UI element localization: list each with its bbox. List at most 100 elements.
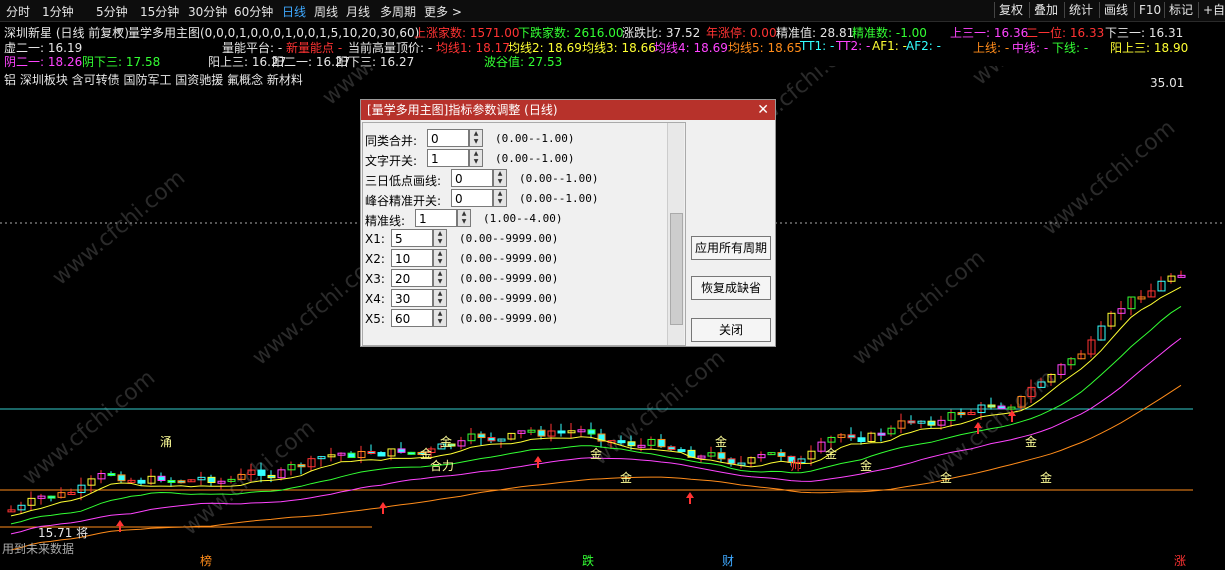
- spin-arrows-icon[interactable]: ▲ ▼: [433, 249, 447, 267]
- candle-body: [177, 480, 186, 484]
- ma5-value: 均线5: 18.65: [728, 41, 802, 55]
- param-input[interactable]: 1: [415, 209, 457, 227]
- up-arrow-icon: [379, 502, 387, 514]
- param-range: (0.00--9999.00): [459, 292, 559, 305]
- ma4-value: 均线4: 18.69: [654, 41, 728, 55]
- candle-body: [907, 420, 916, 424]
- param-label: X5:: [365, 312, 385, 326]
- candle-body: [927, 420, 936, 426]
- custom-button[interactable]: +自: [1198, 2, 1225, 18]
- candle-body: [347, 452, 356, 459]
- param-input[interactable]: 60: [391, 309, 433, 327]
- candle-body: [297, 464, 306, 468]
- param-input[interactable]: 10: [391, 249, 433, 267]
- scrollbar-thumb[interactable]: [670, 213, 683, 325]
- f10-button[interactable]: F10: [1134, 2, 1165, 18]
- candle-body: [487, 437, 496, 442]
- param-range: (0.00--1.00): [495, 152, 575, 165]
- period-tab-30min[interactable]: 30分钟: [188, 3, 227, 20]
- spin-arrows-icon[interactable]: ▲ ▼: [433, 229, 447, 247]
- period-tab-weekly[interactable]: 周线: [314, 3, 338, 20]
- period-tab-daily[interactable]: 日线: [282, 3, 306, 20]
- bottom-tag-bang[interactable]: 榜: [200, 552, 212, 569]
- mark-button[interactable]: 标记: [1164, 2, 1197, 18]
- param-label: 同类合并:: [365, 134, 418, 148]
- spin-arrows-icon[interactable]: ▲ ▼: [433, 269, 447, 287]
- up-arrow-icon: [686, 492, 694, 504]
- candle-body: [367, 450, 376, 454]
- period-tab-1min[interactable]: 1分钟: [42, 3, 74, 20]
- lower-line: 下线: -: [1052, 41, 1089, 55]
- candle-body: [987, 404, 996, 408]
- watermark-text: www.cfchi.com: [48, 165, 190, 290]
- period-tab-monthly[interactable]: 月线: [346, 3, 370, 20]
- spin-arrows-icon[interactable]: ▲ ▼: [469, 149, 483, 167]
- period-tab-multi[interactable]: 多周期: [380, 3, 416, 20]
- af1-value: AF1: -: [872, 39, 907, 53]
- param-list: 同类合并: 0 ▲ ▼ (0.00--1.00) 文字开关: 1 ▲ ▼ (0.00…: [362, 122, 686, 346]
- spin-arrows-icon[interactable]: ▲ ▼: [433, 309, 447, 327]
- restore-rights-button[interactable]: 复权: [994, 2, 1027, 18]
- param-label: X3:: [365, 272, 385, 286]
- watermark-text: www.cfchi.com: [588, 345, 730, 470]
- restore-default-button[interactable]: 恢复成缺省: [691, 276, 771, 300]
- draw-line-button[interactable]: 画线: [1099, 2, 1132, 18]
- param-input[interactable]: 1: [427, 149, 469, 167]
- candle-body: [377, 452, 386, 457]
- bottom-tag-cai[interactable]: 财: [722, 552, 734, 569]
- candle-body: [167, 479, 176, 483]
- stats-button[interactable]: 统计: [1064, 2, 1097, 18]
- period-tab-more[interactable]: 更多 >: [424, 3, 462, 20]
- param-range: (0.00--9999.00): [459, 232, 559, 245]
- param-input[interactable]: 0: [427, 129, 469, 147]
- param-input[interactable]: 5: [391, 229, 433, 247]
- param-range: (1.00--4.00): [483, 212, 563, 225]
- period-tab-15min[interactable]: 15分钟: [140, 3, 179, 20]
- apply-all-periods-button[interactable]: 应用所有周期: [691, 236, 771, 260]
- spin-arrows-icon[interactable]: ▲ ▼: [493, 169, 507, 187]
- candle-body: [257, 469, 266, 476]
- indicator-dropdown-icon[interactable]: ▾: [116, 24, 122, 38]
- indicator-param-dialog: [量学多用主图]指标参数调整 (日线) ✕ 同类合并: 0 ▲ ▼ (0.00--…: [360, 99, 776, 347]
- signal-label: 金: [1025, 434, 1037, 449]
- close-dialog-button[interactable]: 关闭: [691, 318, 771, 342]
- signal-label: 金: [440, 434, 452, 449]
- watermark-text: www.cfchi.com: [968, 66, 1110, 91]
- watermark-text: www.cfchi.com: [848, 245, 990, 370]
- bottom-tag-zhang[interactable]: 涨: [1174, 552, 1186, 569]
- param-label: X2:: [365, 252, 385, 266]
- spin-arrows-icon[interactable]: ▲ ▼: [493, 189, 507, 207]
- dialog-titlebar[interactable]: [量学多用主图]指标参数调整 (日线) ✕: [361, 100, 775, 120]
- param-input[interactable]: 0: [451, 189, 493, 207]
- signal-label: 金: [715, 434, 727, 449]
- period-tab-5min[interactable]: 5分钟: [96, 3, 128, 20]
- overlay-button[interactable]: 叠加: [1029, 2, 1062, 18]
- candle-body: [777, 452, 786, 457]
- signal-label: 涌: [160, 435, 172, 449]
- param-scrollbar[interactable]: [667, 123, 684, 345]
- signal-label: 金: [825, 446, 837, 461]
- bottom-tag-die[interactable]: 跌: [582, 552, 594, 569]
- spin-arrows-icon[interactable]: ▲ ▼: [457, 209, 471, 227]
- signal-label: 金: [620, 470, 632, 485]
- af2-value: AF2: -: [906, 39, 941, 53]
- param-input[interactable]: 20: [391, 269, 433, 287]
- close-icon[interactable]: ✕: [757, 100, 769, 120]
- candle-body: [407, 451, 416, 455]
- candle-body: [877, 432, 886, 436]
- middle-line: 中线: -: [1012, 41, 1049, 55]
- tt2-value: TT2: -: [836, 39, 871, 53]
- param-input[interactable]: 30: [391, 289, 433, 307]
- spin-arrows-icon[interactable]: ▲ ▼: [433, 289, 447, 307]
- high-price-label: 35.01: [1150, 76, 1185, 90]
- period-tab-fenshi[interactable]: 分时: [6, 3, 30, 20]
- candle-body: [537, 429, 546, 437]
- param-range: (0.00--9999.00): [459, 312, 559, 325]
- signal-label: 合力: [430, 458, 454, 473]
- param-label: 峰谷精准开关:: [365, 194, 442, 208]
- param-label: X4:: [365, 292, 385, 306]
- period-tab-60min[interactable]: 60分钟: [234, 3, 273, 20]
- param-input[interactable]: 0: [451, 169, 493, 187]
- candle-body: [957, 412, 966, 416]
- spin-arrows-icon[interactable]: ▲ ▼: [469, 129, 483, 147]
